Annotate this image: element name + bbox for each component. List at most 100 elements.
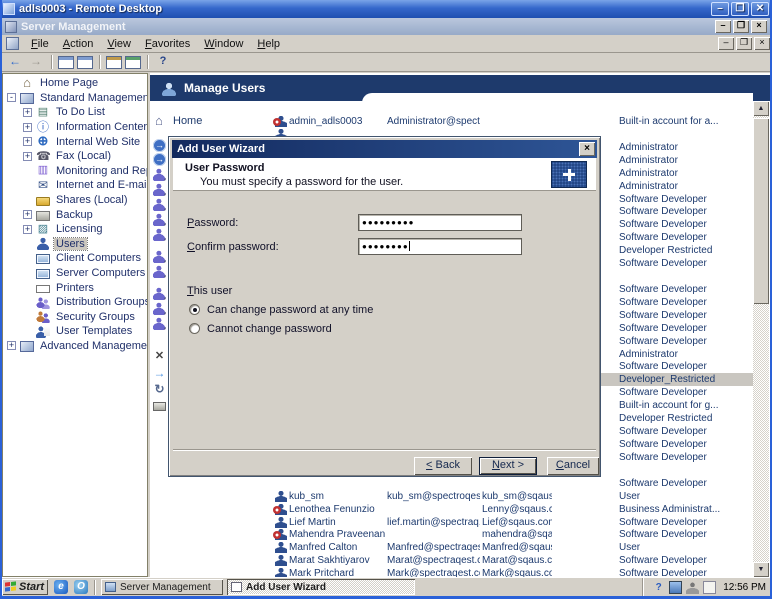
scroll-up-icon[interactable]: ▲ [753,101,769,116]
refresh-icon[interactable] [153,383,166,396]
tree-item-internal-web-site[interactable]: Internal Web Site [3,134,147,149]
user-gear-icon[interactable] [153,250,166,263]
internet-explorer-icon[interactable]: e [54,580,68,594]
table-row[interactable]: kub_smkub_sm@spectroqestkub_sm@sqausUser [270,490,753,503]
show-tabs-icon[interactable] [77,56,93,69]
user-gear-icon[interactable] [153,317,166,330]
tree-item-internet-and-e-mail[interactable]: Internet and E-mail [3,178,147,193]
scroll-down-icon[interactable]: ▼ [753,562,769,577]
table-row[interactable]: Mahendra Praveenanmahendra@sqa...Softwar… [270,528,753,541]
scrollbar-thumb[interactable] [753,118,769,304]
user-gear-icon[interactable] [153,213,166,226]
expander-plus-icon[interactable] [23,225,32,234]
user-gear-icon[interactable] [153,287,166,300]
password-field[interactable]: ●●●●●●●●● [358,214,522,231]
tree-item-information-center[interactable]: Information Center [3,120,147,135]
export-list-icon[interactable] [125,56,141,69]
app-close-icon[interactable]: × [751,20,767,33]
tree-item-to-do-list[interactable]: To Do List [3,105,147,120]
expander-spacer [7,79,16,88]
help-icon[interactable]: ? [154,54,172,70]
dialog-close-icon[interactable]: × [579,142,595,156]
minimize-icon[interactable]: – [711,2,729,16]
tree-item-shares-local[interactable]: Shares (Local) [3,193,147,208]
show-console-tree-icon[interactable] [58,56,74,69]
app-minimize-icon[interactable]: – [715,20,731,33]
table-row[interactable]: admin_adls0003Administrator@spect...Buil… [270,115,753,128]
next-button[interactable]: Next > [479,457,537,475]
menu-window[interactable]: Window [197,36,250,52]
close-icon[interactable]: ✕ [751,2,769,16]
delete-icon[interactable] [153,350,166,363]
tree-item-security-groups[interactable]: Security Groups [3,310,147,325]
tree-item-printers[interactable]: Printers [3,280,147,295]
user-gear-icon[interactable] [153,302,166,315]
home-link[interactable]: ⌂ Home [155,115,202,127]
tree-item-licensing[interactable]: Licensing [3,222,147,237]
menu-action[interactable]: Action [56,36,101,52]
table-row[interactable]: Lenothea FenunzioLenny@sqaus.comBusiness… [270,503,753,516]
tray-status-icon[interactable] [686,581,699,594]
child-close-icon[interactable]: × [754,37,770,50]
cell-name: kub_sm [289,491,385,502]
tree-item-client-computers[interactable]: Client Computers [3,251,147,266]
expander-plus-icon[interactable] [23,210,32,219]
tree-item-fax-local[interactable]: Fax (Local) [3,149,147,164]
user-gear-icon[interactable] [153,183,166,196]
tree-item-standard-management[interactable]: Standard Management [3,91,147,106]
tray-help-icon[interactable]: ? [652,581,665,594]
printer-icon [36,285,50,293]
cancel-button[interactable]: Cancel [547,457,599,475]
menu-help[interactable]: Help [250,36,287,52]
tree-item-server-computers[interactable]: Server Computers [3,266,147,281]
can-change-password-radio[interactable] [189,304,200,315]
list-scrollbar[interactable]: ▲ ▼ [753,101,769,577]
child-restore-icon[interactable]: ❐ [736,37,752,50]
task-button-server-management[interactable]: Server Management [101,579,223,595]
user-gear-icon[interactable] [153,265,166,278]
print-icon[interactable] [153,402,166,411]
tray-updates-icon[interactable] [703,581,716,594]
tree-item-home-page[interactable]: Home Page [3,76,147,91]
expander-plus-icon[interactable] [23,123,32,132]
menu-file[interactable]: File [24,36,56,52]
menu-favorites[interactable]: Favorites [138,36,197,52]
task-button-add-user-wizard[interactable]: Add User Wizard [227,579,415,595]
table-row[interactable]: Marat SakhtiyarovMarat@spectraqest.c...M… [270,554,753,567]
cannot-change-password-radio[interactable] [189,323,200,334]
outlook-icon[interactable]: O [74,580,88,594]
expander-plus-icon[interactable] [23,152,32,161]
tree-item-monitoring-and-reporting[interactable]: Monitoring and Reporting [3,164,147,179]
user-gear-icon[interactable] [153,228,166,241]
table-row[interactable]: Mark PritchardMark@spectraqest.comMark@s… [270,567,753,577]
table-row[interactable]: Lief Martinlief.martin@spectraq...Lief@s… [270,516,753,529]
user-gear-icon[interactable] [153,168,166,181]
tree-item-distribution-groups[interactable]: Distribution Groups [3,295,147,310]
table-row[interactable]: Software Developer [270,477,753,490]
forward-icon[interactable]: → [27,54,45,70]
tray-display-icon[interactable] [669,581,682,594]
tree-item-users[interactable]: Users [3,237,147,252]
tree-item-advanced-management[interactable]: Advanced Management [3,339,147,354]
confirm-password-field[interactable]: ●●●●●●●● [358,238,522,255]
expander-plus-icon[interactable] [7,341,16,350]
circle-arrow-icon[interactable] [153,153,166,166]
circle-arrow-icon[interactable] [153,139,166,152]
expander-minus-icon[interactable] [7,93,16,102]
start-label: Start [19,581,44,593]
child-minimize-icon[interactable]: – [718,37,734,50]
app-restore-icon[interactable]: ❐ [733,20,749,33]
user-gear-icon[interactable] [153,198,166,211]
start-button[interactable]: Start [2,579,48,595]
tree-item-user-templates[interactable]: User Templates [3,324,147,339]
go-icon[interactable] [153,367,166,380]
expander-plus-icon[interactable] [23,108,32,117]
tree-item-backup[interactable]: Backup [3,207,147,222]
table-row[interactable]: Manfred CaltonManfred@spectraqestManfred… [270,541,753,554]
back-icon[interactable]: ← [6,54,24,70]
menu-view[interactable]: View [100,36,138,52]
expander-plus-icon[interactable] [23,137,32,146]
back-button[interactable]: < Back [414,457,472,475]
restore-icon[interactable]: ❐ [731,2,749,16]
properties-icon[interactable] [106,56,122,69]
